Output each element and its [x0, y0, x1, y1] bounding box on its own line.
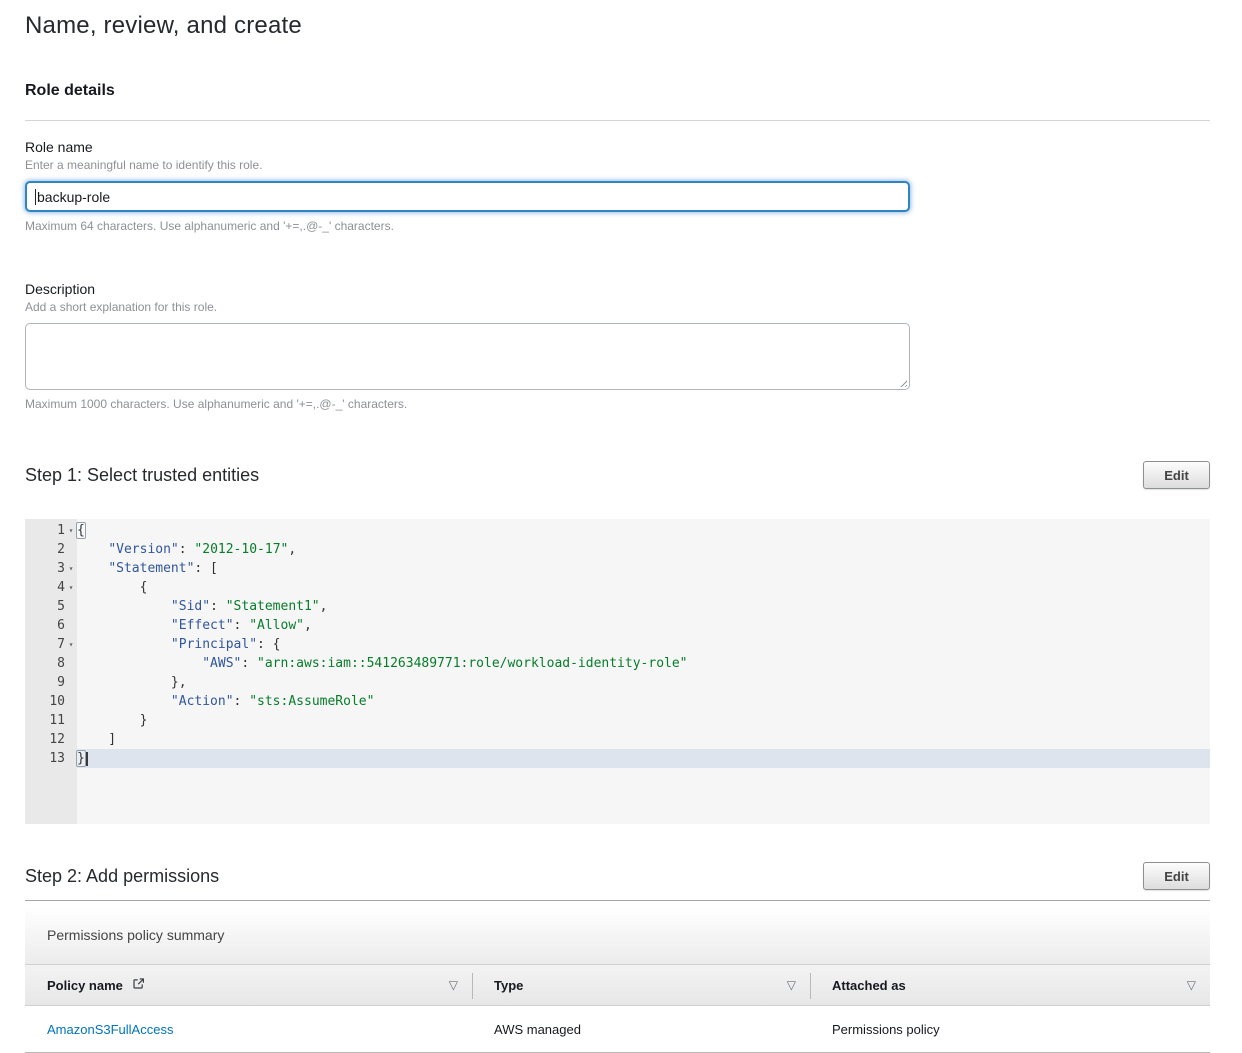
line-number: 11: [25, 711, 77, 730]
code-text: "Sid": "Statement1",: [77, 597, 1210, 616]
attached-as-column-label: Attached as: [832, 978, 906, 993]
trust-policy-json-editor[interactable]: 1▾{2 "Version": "2012-10-17",3▾ "Stateme…: [25, 519, 1210, 824]
permissions-table-header: Policy name ▽ Type ▽ Attached as: [25, 964, 1210, 1006]
role-name-input[interactable]: [25, 181, 910, 212]
fold-arrow-icon[interactable]: ▾: [65, 635, 77, 654]
line-number: 6: [25, 616, 77, 635]
fold-arrow-icon[interactable]: ▾: [65, 578, 77, 597]
code-line: 5 "Sid": "Statement1",: [25, 597, 1210, 616]
line-number: 10: [25, 692, 77, 711]
code-text: }: [77, 749, 1210, 768]
policy-type-cell: AWS managed: [472, 1022, 810, 1037]
permissions-panel-header: Permissions policy summary: [25, 906, 1210, 964]
code-line: 1▾{: [25, 521, 1210, 540]
code-line: 2 "Version": "2012-10-17",: [25, 540, 1210, 559]
permissions-panel: Permissions policy summary Policy name ▽: [25, 906, 1210, 1053]
description-constraint: Maximum 1000 characters. Use alphanumeri…: [25, 397, 1210, 411]
line-number: 7▾: [25, 635, 77, 654]
code-text: "Statement": [: [77, 559, 1210, 578]
line-number: 2: [25, 540, 77, 559]
description-label: Description: [25, 281, 1210, 297]
matched-bracket: }: [76, 750, 86, 767]
step1-edit-button[interactable]: Edit: [1143, 461, 1210, 489]
code-text: {: [77, 521, 1210, 540]
fold-arrow-icon[interactable]: ▾: [65, 559, 77, 578]
code-line: 3▾ "Statement": [: [25, 559, 1210, 578]
code-text: "AWS": "arn:aws:iam::541263489771:role/w…: [77, 654, 1210, 673]
type-column-label: Type: [494, 978, 523, 993]
text-caret: [35, 189, 36, 205]
role-name-input-wrap: [25, 181, 910, 212]
permissions-panel-title: Permissions policy summary: [47, 927, 224, 943]
external-link-icon: [132, 977, 145, 993]
code-text: "Effect": "Allow",: [77, 616, 1210, 635]
description-help: Add a short explanation for this role.: [25, 300, 1210, 314]
column-header-type[interactable]: Type ▽: [472, 965, 810, 1005]
line-number: 1▾: [25, 521, 77, 540]
code-line: 6 "Effect": "Allow",: [25, 616, 1210, 635]
policy-name-column-label: Policy name: [47, 978, 123, 993]
main-content: Name, review, and create Role details Ro…: [25, 0, 1210, 1053]
line-number: 8: [25, 654, 77, 673]
sort-icon[interactable]: ▽: [449, 979, 458, 991]
code-text: },: [77, 673, 1210, 692]
role-details-heading: Role details: [25, 82, 1210, 100]
sort-icon[interactable]: ▽: [1187, 979, 1196, 991]
editor-cursor: [86, 752, 88, 766]
code-line: 10 "Action": "sts:AssumeRole": [25, 692, 1210, 711]
code-text: "Version": "2012-10-17",: [77, 540, 1210, 559]
code-line: 12 ]: [25, 730, 1210, 749]
policy-attached-as-cell: Permissions policy: [810, 1022, 1210, 1037]
role-name-label: Role name: [25, 139, 1210, 155]
line-number: 9: [25, 673, 77, 692]
line-number: 5: [25, 597, 77, 616]
column-header-policy-name[interactable]: Policy name ▽: [25, 965, 472, 1005]
step2-edit-button[interactable]: Edit: [1143, 862, 1210, 890]
code-text: {: [77, 578, 1210, 597]
policy-name-cell: AmazonS3FullAccess: [25, 1022, 472, 1037]
role-name-constraint: Maximum 64 characters. Use alphanumeric …: [25, 219, 1210, 233]
page-title: Name, review, and create: [25, 0, 1210, 40]
code-text: }: [77, 711, 1210, 730]
code-text: "Action": "sts:AssumeRole": [77, 692, 1210, 711]
code-text: ]: [77, 730, 1210, 749]
description-textarea[interactable]: [25, 323, 910, 390]
step1-heading: Step 1: Select trusted entities: [25, 465, 259, 486]
code-text: "Principal": {: [77, 635, 1210, 654]
code-line: 13}: [25, 749, 1210, 768]
table-row: AmazonS3FullAccess AWS managed Permissio…: [25, 1006, 1210, 1053]
code-line: 7▾ "Principal": {: [25, 635, 1210, 654]
line-number: 4▾: [25, 578, 77, 597]
code-line: 8 "AWS": "arn:aws:iam::541263489771:role…: [25, 654, 1210, 673]
line-number: 3▾: [25, 559, 77, 578]
line-number: 12: [25, 730, 77, 749]
code-line: 11 }: [25, 711, 1210, 730]
step2-header-row: Step 2: Add permissions Edit: [25, 862, 1210, 890]
code-line: 9 },: [25, 673, 1210, 692]
step2-divider: [25, 900, 1210, 901]
matched-bracket: {: [76, 522, 86, 539]
code-line: 4▾ {: [25, 578, 1210, 597]
line-number: 13: [25, 749, 77, 768]
sort-icon[interactable]: ▽: [787, 979, 796, 991]
policy-name-link[interactable]: AmazonS3FullAccess: [47, 1022, 173, 1037]
description-textarea-wrap: [25, 323, 910, 390]
column-header-attached-as[interactable]: Attached as ▽: [810, 965, 1210, 1005]
role-name-help: Enter a meaningful name to identify this…: [25, 158, 1210, 172]
step2-heading: Step 2: Add permissions: [25, 866, 219, 887]
step1-header-row: Step 1: Select trusted entities Edit: [25, 461, 1210, 489]
role-details-divider: [25, 120, 1210, 121]
